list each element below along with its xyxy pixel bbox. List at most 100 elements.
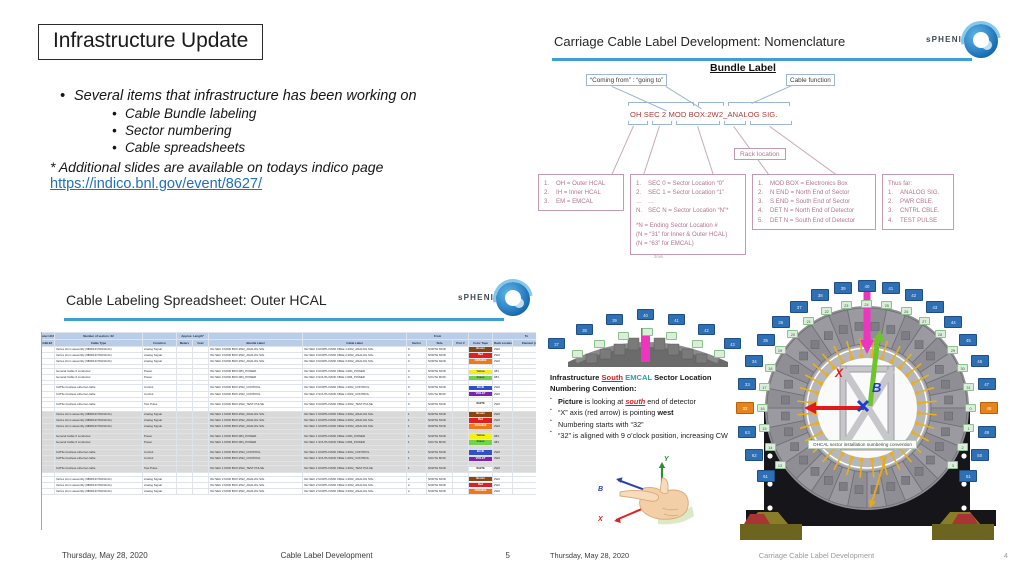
detector-inner-sector-16: 16	[757, 403, 768, 412]
detector-inner-sector-27: 27	[918, 317, 930, 326]
detector-inner-sector-29: 29	[947, 345, 959, 354]
cell-feet[interactable]	[191, 487, 210, 495]
detector-inner-sector-24: 24	[861, 299, 872, 308]
detector-inner-sector-21: 21	[803, 317, 815, 326]
indico-link[interactable]: https://indico.bnl.gov/event/8627/	[50, 176, 510, 192]
page-title: Infrastructure Update	[38, 24, 264, 60]
header-divider	[64, 318, 504, 321]
th-bundle-label: Bundle Label	[208, 339, 304, 347]
detector-sector-36: 36	[771, 315, 790, 328]
footer-page-number: 4	[1003, 551, 1008, 560]
cell-bundle-label[interactable]: OH SEC 2 MOD BOX:2W2_ANALOG SIG.	[208, 487, 304, 495]
cell-color-tape[interactable]: ORANGE	[468, 487, 494, 495]
sector-ray-head	[916, 400, 921, 405]
spreadsheet-header: Cable Labeling Spreadsheet: Outer HCAL	[66, 292, 327, 308]
emcal-sector-41: 41	[668, 314, 685, 325]
vector-label-b: B	[598, 486, 604, 493]
detector-sector-42: 42	[904, 289, 923, 302]
legend-sector-footnote: (N = “31” for Inner & Outer HCAL)	[636, 230, 728, 238]
th-color-tape: Color Tape	[468, 339, 494, 347]
detector-inner-sector-31: 31	[963, 383, 974, 392]
bullet-primary: Several items that infrastructure has be…	[60, 88, 510, 104]
emcal-sector-38: 38	[576, 324, 593, 335]
th-cable-label: Cable Label	[302, 339, 408, 347]
list-item: 2. N END = North End of Sector	[758, 189, 850, 197]
cell-sector[interactable]: 2	[406, 487, 428, 495]
hand-graphic	[614, 462, 694, 525]
detector-segment-bolt	[810, 467, 820, 476]
spreadsheet-slide: Cable Labeling Spreadsheet: Outer HCAL s…	[36, 276, 536, 564]
sector-ray-head	[824, 373, 829, 378]
cell-rack-location[interactable]: 2W2	[492, 487, 514, 495]
bullet-dot-icon	[112, 106, 125, 121]
bullet-dot-icon	[112, 123, 125, 138]
sub-bullet-label: Cable Bundle labeling	[125, 106, 257, 121]
additional-slides-note: * Additional slides are available on tod…	[50, 159, 384, 175]
color-tape-swatch: WHITE	[469, 466, 492, 471]
th-blank	[142, 332, 177, 340]
detector-inner-sector-30: 30	[957, 363, 969, 372]
cell-side[interactable]: NORTH MOD	[426, 487, 454, 495]
list-item: 3. EM = EMCAL	[544, 198, 594, 206]
th-sector-count: Number of sectors: 32	[54, 332, 143, 340]
sub-bullet-label: Cable spreadsheets	[125, 140, 246, 155]
bundle-label-title: Bundle Label	[710, 62, 776, 74]
detector-segment-bolt	[838, 482, 848, 491]
th-from-group: From	[406, 332, 470, 340]
detector-sector-35: 35	[756, 334, 775, 347]
color-tape-swatch: BLUE	[469, 385, 492, 391]
color-tape-swatch: ORANGE	[469, 424, 492, 429]
legend-function: Thus far: 1. ANALOG SIG. 2. PWR CBLE. 3. CN…	[882, 174, 954, 230]
cell-element[interactable]	[512, 487, 536, 495]
detector-inner-sector-2: 2	[957, 443, 969, 452]
th-approx-length: Approx. Length*	[175, 332, 210, 340]
color-tape-swatch: Red	[469, 353, 492, 358]
detector-sector-63: 63	[738, 425, 757, 438]
leader-line	[611, 86, 667, 112]
th-blank	[302, 332, 408, 340]
infrastructure-update-slide: Infrastructure Update Several items that…	[0, 0, 520, 270]
bullet-list: Several items that infrastructure has be…	[40, 88, 510, 192]
cell-meters[interactable]	[176, 487, 193, 495]
table-row[interactable]: 1Vertex 2mm assembly (9B0013/700019-01)A…	[38, 487, 536, 495]
cell-port[interactable]	[452, 487, 470, 495]
sector-ray-head	[849, 455, 854, 460]
legend-sector: 1. SEC 0 = Sector Location “0” 2. SEC 1 = …	[630, 174, 746, 255]
vector-label-y: Y	[664, 456, 669, 463]
color-tape-swatch: Red	[469, 483, 492, 488]
detector-segment-bolt	[870, 322, 880, 331]
emcal-sub-sector	[572, 350, 583, 358]
legend-detector-list: 1. OH = Outer HCAL 2. IH = Inner HCAL 3. EM…	[544, 179, 618, 206]
detector-segment-bolt	[941, 427, 950, 437]
th-sector: Sector	[406, 339, 428, 347]
sector-ray-head	[914, 390, 919, 395]
cable-spreadsheet[interactable]: Outer HCAL Number of sectors: 32 Approx.…	[38, 332, 536, 530]
list-item: 1. MOD BOX = Electronics Box	[758, 180, 848, 187]
detector-inner-sector-25: 25	[881, 301, 893, 310]
sector-ray-head	[815, 421, 820, 426]
legend-sector-footnote: *N = Ending Sector Location #	[636, 221, 718, 229]
callout-coming-from: “Coming from” : “going to”	[586, 74, 668, 86]
footer-title: Cable Label Development	[280, 551, 373, 560]
sector-ray-head	[880, 455, 885, 460]
cell-function[interactable]: Analog Signal	[142, 487, 177, 495]
detector-inner-sector-13: 13	[774, 461, 786, 470]
detector-sector-43: 43	[925, 300, 944, 313]
cell-cable-type[interactable]: Vertex 2mm assembly (9B0013/700019-01)	[54, 487, 143, 495]
detector-segment-bolt	[799, 351, 808, 361]
detector-segment-bolt	[790, 365, 799, 374]
th-cable-type: Cable Type	[54, 339, 143, 347]
detector-segment-bolt	[901, 331, 910, 340]
cable-table: Outer HCAL Number of sectors: 32 Approx.…	[38, 332, 536, 495]
color-tape-swatch: Brown	[469, 412, 492, 417]
emcal-sub-sector	[714, 350, 725, 358]
bullet-dot-icon	[112, 140, 125, 155]
detector-segment-bolt	[790, 442, 799, 451]
sector-ray-head	[910, 430, 915, 435]
cell-cable-label[interactable]: OH SEC 2 NORTH MOD CBLE 3:2W2_ANALOG SIG…	[302, 487, 408, 495]
detector-inner-sector-15: 15	[758, 423, 770, 432]
bundle-code-text: OH SEC 2 MOD BOX:2W2_ANALOG SIG.	[630, 110, 778, 119]
detector-inner-sector-0: 0	[965, 403, 976, 412]
detector-segment-bolt	[781, 411, 790, 421]
legend-function-heading: Thus far:	[888, 180, 913, 187]
